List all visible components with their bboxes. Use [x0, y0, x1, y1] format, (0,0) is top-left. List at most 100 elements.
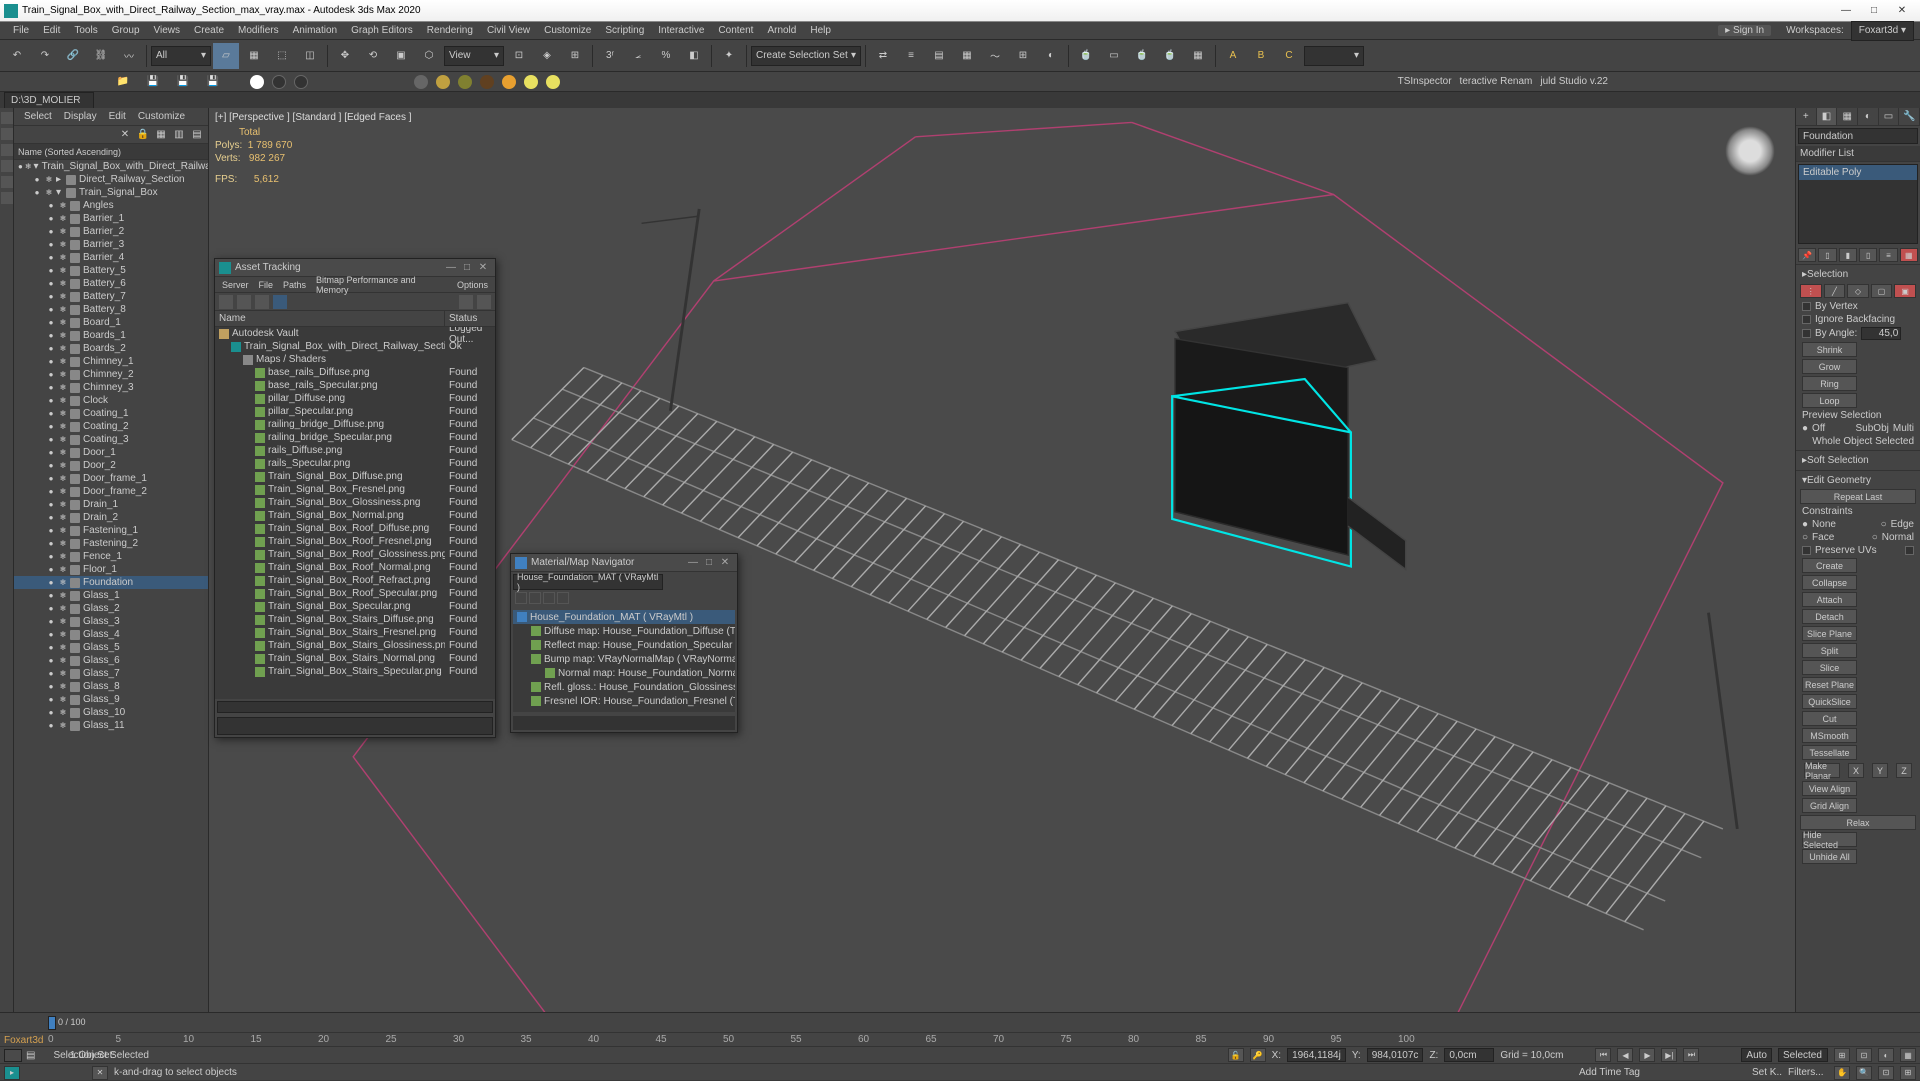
path-display[interactable]: D:\3D_MOLIER — [4, 92, 94, 109]
tab-modify[interactable]: ◧ — [1817, 108, 1838, 125]
reset-plane-button[interactable]: Reset Plane — [1802, 677, 1857, 692]
asset-close-icon[interactable]: ✕ — [475, 262, 491, 273]
asset-row[interactable]: rails_Diffuse.pngFound — [215, 444, 495, 457]
scene-menu-select[interactable]: Select — [18, 111, 58, 122]
mat-view-3[interactable] — [543, 592, 555, 604]
preserve-uv-check[interactable] — [1802, 546, 1811, 555]
nav-3[interactable]: ◐ — [1878, 1048, 1894, 1062]
menu-help[interactable]: Help — [803, 25, 838, 36]
text-a-button[interactable]: A — [1220, 43, 1246, 69]
mat-item[interactable]: Diffuse map: House_Foundation_Diffuse (T… — [513, 624, 735, 638]
tab-create[interactable]: + — [1796, 108, 1817, 125]
asset-row[interactable]: Train_Signal_Box_Specular.pngFound — [215, 600, 495, 613]
asset-tool-2[interactable] — [237, 295, 251, 309]
shade-2-icon[interactable] — [436, 75, 450, 89]
tree-door_1[interactable]: ●❄Door_1 — [14, 446, 208, 459]
asset-col-status[interactable]: Status — [445, 311, 495, 326]
goto-end-button[interactable]: ⏭ — [1683, 1048, 1699, 1062]
coord-y-field[interactable]: 984,0107c — [1367, 1048, 1424, 1062]
add-time-tag[interactable]: Add Time Tag — [1579, 1067, 1640, 1078]
dock-btn-6[interactable] — [1, 192, 13, 204]
editpivot-button[interactable]: ✦ — [716, 43, 742, 69]
asset-minimize totally-icon[interactable]: — — [443, 262, 459, 273]
tree-coating_1[interactable]: ●❄Coating_1 — [14, 407, 208, 420]
tree-battery_7[interactable]: ●❄Battery_7 — [14, 290, 208, 303]
coord-x-field[interactable]: 1964,1184j — [1287, 1048, 1346, 1062]
select-rect-button[interactable]: ⬚ — [269, 43, 295, 69]
split-button[interactable]: Split — [1802, 643, 1857, 658]
show-result-button[interactable]: ▯ — [1818, 248, 1836, 262]
tab-motion[interactable]: ◐ — [1858, 108, 1879, 125]
asset-row[interactable]: Train_Signal_Box_Roof_Fresnel.pngFound — [215, 535, 495, 548]
curve-editor-button[interactable]: 〜 — [982, 43, 1008, 69]
asset-row[interactable]: Train_Signal_Box_Roof_Normal.pngFound — [215, 561, 495, 574]
angle-snap-button[interactable]: ⦟ — [625, 43, 651, 69]
mat-view-2[interactable] — [529, 592, 541, 604]
menu-graph editors[interactable]: Graph Editors — [344, 25, 420, 36]
tree-train_signal_box_with_direct_railway_section[interactable]: ●❄▾Train_Signal_Box_with_Direct_Railway_… — [14, 160, 208, 173]
asset-row[interactable]: Train_Signal_Box_Diffuse.pngFound — [215, 470, 495, 483]
shade-5-icon[interactable] — [502, 75, 516, 89]
material-editor-button[interactable]: ◐ — [1038, 43, 1064, 69]
scene-tool1-icon[interactable]: ▦ — [154, 128, 168, 142]
dock-btn-5[interactable] — [1, 176, 13, 188]
maximize-button[interactable]: □ — [1860, 2, 1888, 20]
asset-tool-5[interactable] — [459, 295, 473, 309]
hide-selected-button[interactable]: Hide Selected — [1802, 832, 1857, 847]
pin-stack-button[interactable]: 📌 — [1798, 248, 1816, 262]
menu-animation[interactable]: Animation — [286, 25, 344, 36]
shade-6-icon[interactable] — [524, 75, 538, 89]
plugin-3[interactable]: juld Studio v.22 — [1540, 76, 1608, 87]
grid-align-button[interactable]: Grid Align — [1802, 798, 1857, 813]
menu-edit[interactable]: Edit — [36, 25, 67, 36]
color-swatch[interactable] — [4, 1049, 22, 1062]
auto-key-button[interactable]: Auto — [1741, 1048, 1772, 1062]
merge-button[interactable]: 💾 — [202, 71, 224, 93]
tab-display[interactable]: ▭ — [1879, 108, 1900, 125]
asset-row[interactable]: Train_Signal_Box_Fresnel.pngFound — [215, 483, 495, 496]
nav-6[interactable]: 🔍 — [1856, 1066, 1872, 1080]
mat-item[interactable]: Normal map: House_Foundation_Normal (Tra… — [513, 666, 735, 680]
asset-row[interactable]: Train_Signal_Box_Roof_Specular.pngFound — [215, 587, 495, 600]
tree-barrier_3[interactable]: ●❄Barrier_3 — [14, 238, 208, 251]
text-c-button[interactable]: C — [1276, 43, 1302, 69]
coord-z-field[interactable]: 0,0cm — [1444, 1048, 1494, 1062]
soft-selection-rollout[interactable]: ▸ Soft Selection — [1798, 453, 1918, 468]
menu-customize[interactable]: Customize — [537, 25, 598, 36]
light-white-icon[interactable] — [250, 75, 264, 89]
shrink-button[interactable]: Shrink — [1802, 342, 1857, 357]
next-frame-button[interactable]: ▶| — [1661, 1048, 1677, 1062]
tessellate-button[interactable]: Tessellate — [1802, 745, 1857, 760]
tree-barrier_4[interactable]: ●❄Barrier_4 — [14, 251, 208, 264]
edge-subobj-button[interactable]: ╱ — [1824, 284, 1846, 298]
schematic-button[interactable]: ⊞ — [1010, 43, 1036, 69]
tree-glass_6[interactable]: ●❄Glass_6 — [14, 654, 208, 667]
tree-glass_7[interactable]: ●❄Glass_7 — [14, 667, 208, 680]
keymode-button[interactable]: ⊞ — [562, 43, 588, 69]
script-icon[interactable]: ▸ — [4, 1066, 20, 1080]
by-vertex-check[interactable] — [1802, 302, 1811, 311]
render-last-button[interactable]: ▦ — [1185, 43, 1211, 69]
tree-glass_9[interactable]: ●❄Glass_9 — [14, 693, 208, 706]
asset-menu-server[interactable]: Server — [217, 280, 254, 290]
border-subobj-button[interactable]: ◇ — [1847, 284, 1869, 298]
mat-close-icon[interactable]: ✕ — [717, 557, 733, 568]
refcoord-dropdown[interactable]: View▾ — [444, 46, 504, 66]
viewcube[interactable] — [1725, 126, 1775, 176]
tree-floor_1[interactable]: ●❄Floor_1 — [14, 563, 208, 576]
menu-group[interactable]: Group — [105, 25, 147, 36]
time-ruler[interactable]: 0510152025303540455055606570758085909510… — [0, 1033, 1920, 1047]
asset-list[interactable]: Autodesk VaultLogged Out...Train_Signal_… — [215, 327, 495, 699]
nav-4[interactable]: ▦ — [1900, 1048, 1916, 1062]
scene-tool3-icon[interactable]: ▤ — [190, 128, 204, 142]
angle-spinner[interactable]: 45,0 — [1861, 327, 1901, 340]
link-button[interactable]: 🔗 — [60, 43, 86, 69]
tree-chimney_2[interactable]: ●❄Chimney_2 — [14, 368, 208, 381]
mirror-button[interactable]: ⇄ — [870, 43, 896, 69]
menu-arnold[interactable]: Arnold — [760, 25, 803, 36]
attach-button[interactable]: Attach — [1802, 592, 1857, 607]
spinner-snap-button[interactable]: ◧ — [681, 43, 707, 69]
tree-door_2[interactable]: ●❄Door_2 — [14, 459, 208, 472]
tree-angles[interactable]: ●❄Angles — [14, 199, 208, 212]
close-button[interactable]: ✕ — [1888, 2, 1916, 20]
